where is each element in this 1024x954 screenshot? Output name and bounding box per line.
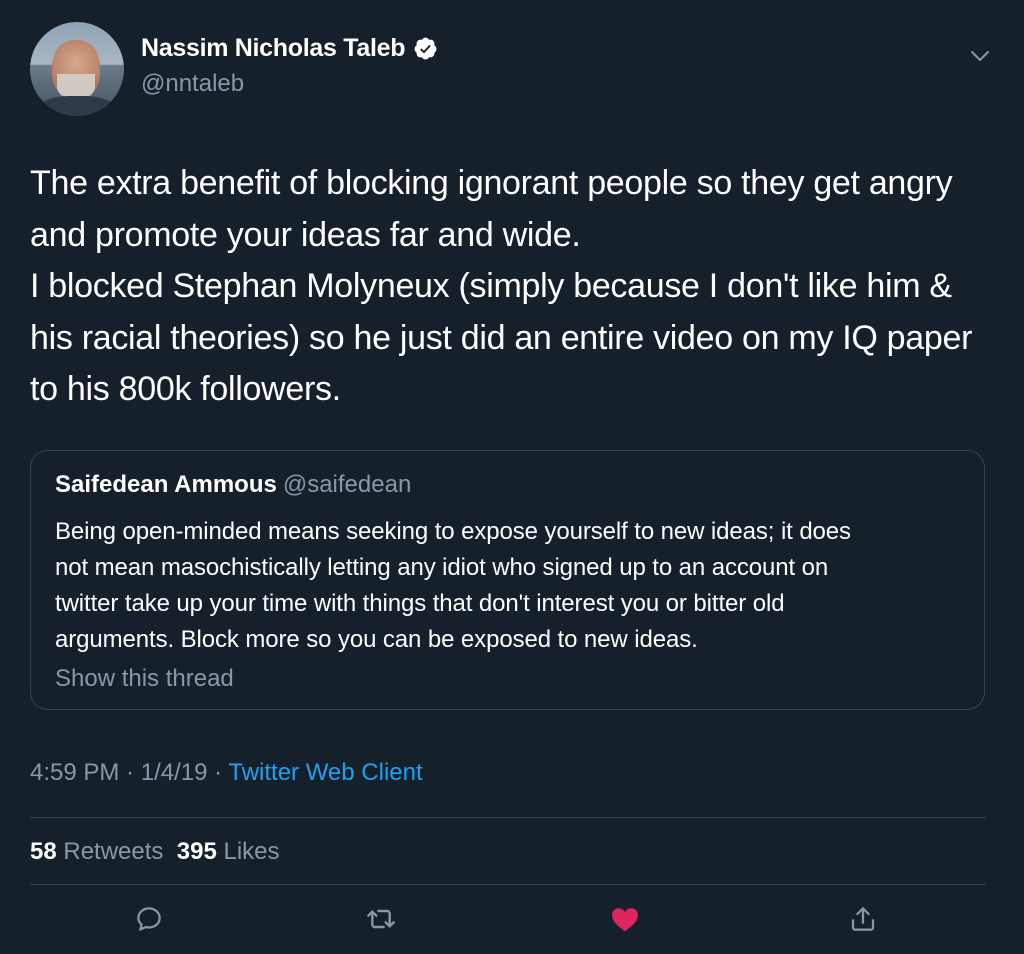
author-name-row[interactable]: Nassim Nicholas Taleb [141, 34, 438, 63]
retweets-count: 58 [30, 838, 57, 865]
tweet-date[interactable]: 1/4/19 [141, 759, 208, 786]
tweet-client-link[interactable]: Twitter Web Client [228, 759, 422, 786]
reply-icon [137, 907, 161, 931]
quoted-author-name: Saifedean Ammous [55, 471, 277, 498]
quoted-text-line: Being open-minded means seeking to expos… [55, 518, 851, 545]
reply-button[interactable] [132, 902, 166, 936]
chevron-down-icon[interactable] [968, 46, 992, 66]
show-thread-link[interactable]: Show this thread [55, 665, 234, 693]
quoted-text-line: arguments. Block more so you can be expo… [55, 626, 698, 653]
tweet-text: The extra benefit of blocking ignorant p… [30, 158, 995, 416]
quoted-tweet-header: Saifedean Ammous @saifedean [55, 471, 411, 499]
quoted-text-line: twitter take up your time with things th… [55, 590, 785, 617]
retweets-stat[interactable]: 58 Retweets [30, 838, 163, 865]
divider [30, 817, 986, 818]
tweet-time[interactable]: 4:59 PM [30, 759, 119, 786]
tweet-text-line: and promote your ideas far and wide. [30, 215, 581, 254]
quoted-tweet-text: Being open-minded means seeking to expos… [55, 514, 965, 658]
share-icon [851, 907, 875, 931]
quoted-author-handle: @saifedean [282, 471, 412, 498]
meta-separator: · [207, 759, 229, 786]
retweets-label: Retweets [56, 838, 164, 865]
retweet-icon [367, 909, 395, 929]
retweet-button[interactable] [364, 902, 398, 936]
like-button[interactable] [608, 902, 642, 936]
author-handle[interactable]: @nntaleb [141, 70, 244, 98]
like-icon [612, 908, 638, 932]
tweet-text-line: The extra benefit of blocking ignorant p… [30, 164, 953, 202]
divider [30, 884, 986, 885]
author-name[interactable]: Nassim Nicholas Taleb [141, 34, 405, 63]
quoted-text-line: not mean masochistically letting any idi… [55, 554, 829, 581]
avatar[interactable] [30, 22, 124, 116]
verified-badge-icon [414, 37, 437, 60]
tweet-text-line: to his 800k followers. [30, 370, 341, 408]
likes-label: Likes [216, 838, 280, 865]
tweet-text-line: I blocked Stephan Molyneux (simply becau… [30, 267, 952, 305]
tweet-meta: 4:59 PM · 1/4/19 · Twitter Web Client [30, 759, 423, 787]
meta-separator: · [119, 759, 141, 786]
avatar-shirt [36, 96, 118, 116]
quoted-tweet-card[interactable]: Saifedean Ammous @saifedean Being open-mi… [30, 450, 985, 710]
tweet-stats: 58 Retweets 395 Likes [30, 838, 280, 866]
likes-count: 395 [176, 838, 217, 865]
likes-stat[interactable]: 395 Likes [177, 838, 280, 865]
tweet-text-line: his racial theories) so he just did an e… [30, 318, 973, 357]
share-button[interactable] [846, 902, 880, 936]
